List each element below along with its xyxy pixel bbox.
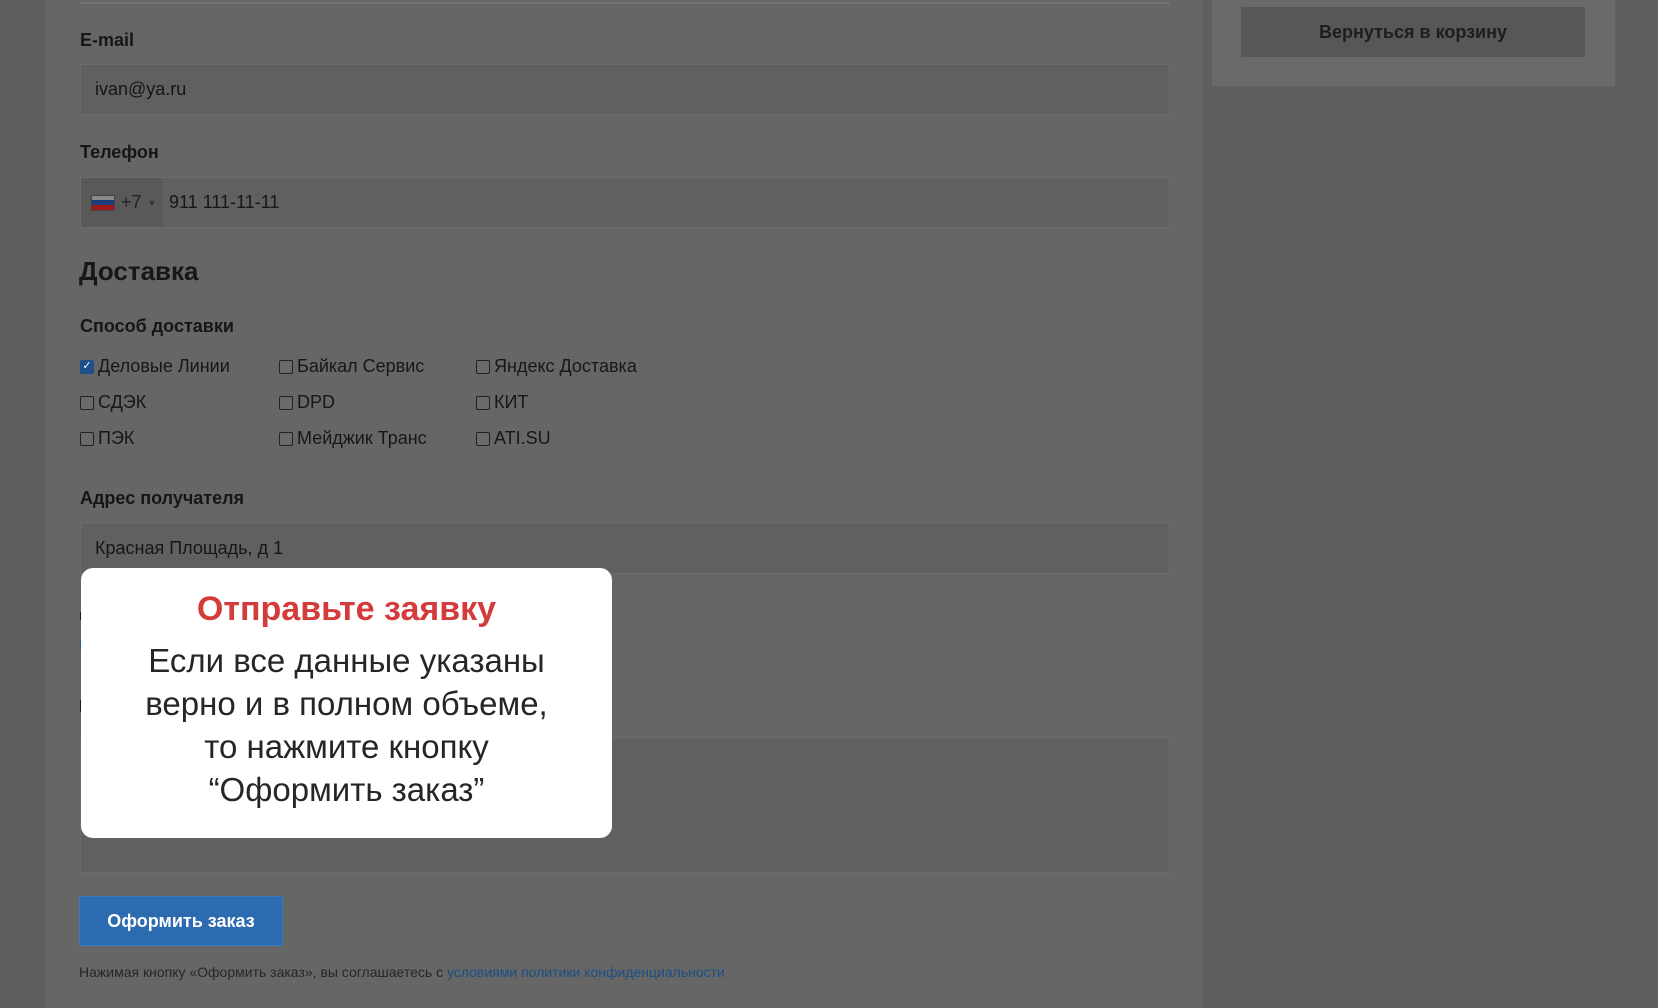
delivery-option-label: ПЭК bbox=[98, 428, 135, 448]
back-to-cart-button[interactable]: Вернуться в корзину bbox=[1241, 7, 1585, 57]
checkbox-icon[interactable] bbox=[279, 395, 293, 410]
russia-flag-icon bbox=[91, 194, 115, 211]
checkbox-icon[interactable] bbox=[476, 395, 490, 410]
privacy-agreement-text: Нажимая кнопку «Оформить заказ», вы согл… bbox=[79, 964, 725, 980]
checkbox-icon[interactable] bbox=[80, 395, 94, 410]
delivery-option-label: КИТ bbox=[494, 392, 529, 412]
delivery-option-label: СДЭК bbox=[98, 392, 147, 412]
top-divider bbox=[80, 0, 1170, 4]
tooltip-title: Отправьте заявку bbox=[196, 590, 497, 628]
delivery-option-label: Мейджик Транс bbox=[297, 428, 427, 448]
tooltip-body: Если все данные указаны верно и в полном… bbox=[81, 639, 612, 811]
phone-code: +7 bbox=[121, 192, 142, 212]
cart-sidebar: Вернуться в корзину bbox=[1212, 0, 1615, 86]
delivery-option-kit[interactable]: КИТ bbox=[476, 392, 528, 413]
delivery-option-baikal[interactable]: Байкал Сервис bbox=[279, 356, 424, 377]
delivery-method-label: Способ доставки bbox=[80, 316, 234, 336]
delivery-option-label: Яндекс Доставка bbox=[494, 356, 637, 376]
submit-order-button[interactable]: Оформить заказ bbox=[79, 896, 283, 946]
delivery-option-label: DPD bbox=[297, 392, 336, 412]
order-form-panel: E-mail ivan@ya.ru Телефон +7 ▼ 911 111-1… bbox=[46, 0, 1202, 1008]
chevron-down-icon: ▼ bbox=[147, 197, 157, 208]
delivery-option-label: Байкал Сервис bbox=[297, 356, 425, 376]
checkbox-icon[interactable] bbox=[476, 359, 490, 374]
delivery-option-label: ATI.SU bbox=[494, 428, 551, 448]
tooltip-line: “Оформить заказ” bbox=[208, 771, 485, 808]
delivery-option-yandex[interactable]: Яндекс Доставка bbox=[476, 356, 637, 377]
email-label: E-mail bbox=[80, 30, 135, 50]
checkbox-icon[interactable] bbox=[279, 431, 293, 446]
phone-field[interactable]: +7 ▼ 911 111-11-11 bbox=[80, 177, 1170, 228]
hint-tooltip: Отправьте заявку Если все данные указаны… bbox=[81, 568, 612, 838]
tooltip-line: Если все данные указаны bbox=[148, 642, 545, 679]
checkbox-icon[interactable] bbox=[476, 431, 490, 446]
phone-value: 911 111-11-11 bbox=[169, 192, 280, 212]
phone-label: Телефон bbox=[80, 142, 159, 162]
privacy-policy-link[interactable]: условиями политики конфиденциальности bbox=[447, 964, 725, 980]
delivery-option-ati[interactable]: ATI.SU bbox=[476, 428, 551, 449]
address-label: Адрес получателя bbox=[80, 488, 245, 508]
delivery-option-magic-trans[interactable]: Мейджик Транс bbox=[279, 428, 427, 449]
delivery-option-dpd[interactable]: DPD bbox=[279, 392, 335, 413]
checkbox-icon[interactable] bbox=[279, 359, 293, 374]
checkbox-checked-icon[interactable]: ✓ bbox=[80, 359, 94, 374]
checkbox-icon[interactable] bbox=[80, 431, 94, 446]
delivery-option-label: Деловые Линии bbox=[98, 356, 230, 376]
delivery-option-sdek[interactable]: СДЭК bbox=[80, 392, 146, 413]
tooltip-line: то нажмите кнопку bbox=[204, 728, 489, 765]
delivery-option-pek[interactable]: ПЭК bbox=[80, 428, 134, 449]
delivery-option-delovye-linii[interactable]: ✓ Деловые Линии bbox=[80, 356, 230, 377]
email-field[interactable]: ivan@ya.ru bbox=[80, 64, 1170, 115]
country-code-selector[interactable]: +7 ▼ bbox=[81, 178, 163, 227]
address-field[interactable]: Красная Площадь, д 1 bbox=[80, 523, 1170, 574]
tooltip-line: верно и в полном объеме, bbox=[145, 685, 548, 722]
delivery-section-title: Доставка bbox=[79, 256, 199, 286]
agreement-text: Нажимая кнопку «Оформить заказ», вы согл… bbox=[79, 964, 444, 980]
